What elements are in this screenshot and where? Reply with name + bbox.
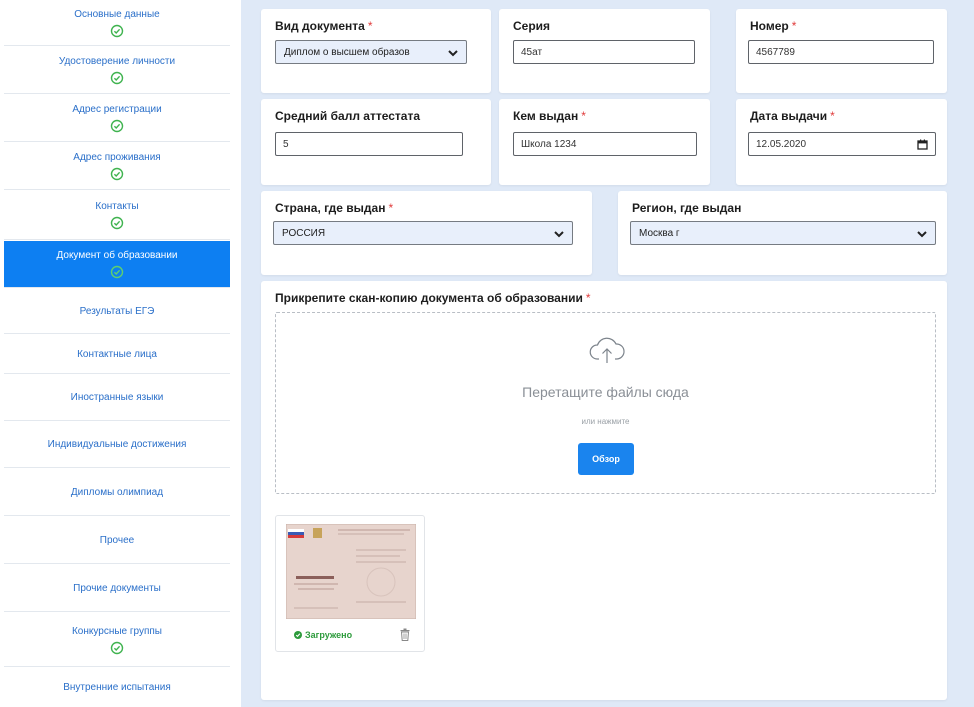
issue-date-card: Дата выдачи * 12.05.2020	[736, 99, 947, 185]
avg-score-label: Средний балл аттестата	[275, 109, 421, 123]
chevron-down-icon	[448, 50, 458, 57]
number-card: Номер * 4567789	[736, 9, 947, 93]
series-label: Серия	[513, 19, 551, 33]
sidebar-item-competition-groups[interactable]: Конкурсные группы	[4, 613, 230, 667]
sidebar-item-label: Адрес проживания	[73, 152, 161, 163]
sidebar-item-label: Основные данные	[74, 8, 160, 20]
sidebar-item-label: Иностранные языки	[70, 392, 164, 403]
calendar-icon[interactable]	[917, 139, 928, 150]
series-input[interactable]: 45ат	[513, 40, 695, 64]
issued-by-label: Кем выдан *	[513, 109, 586, 123]
check-circle-icon	[110, 216, 124, 230]
check-circle-icon	[294, 631, 302, 639]
doc-type-value: Диплом о высшем образов	[284, 46, 410, 58]
sidebar-item-label: Документ об образовании	[56, 250, 178, 261]
upload-status-text: Загружено	[305, 630, 353, 640]
doc-type-label: Вид документа *	[275, 19, 373, 33]
main-panel: Вид документа * Диплом о высшем образов С…	[241, 0, 974, 707]
or-click-text: или нажмите	[581, 417, 630, 426]
sidebar-item-label: Прочее	[99, 534, 135, 546]
cloud-upload-icon	[589, 337, 625, 363]
sidebar-item-label: Контакты	[95, 201, 139, 212]
check-circle-icon	[110, 24, 124, 37]
sidebar-item-label: Прочие документы	[73, 582, 161, 594]
sidebar-item-individual-achievements[interactable]: Индивидуальные достижения	[4, 422, 230, 468]
sidebar-item-label: Индивидуальные достижения	[47, 439, 187, 450]
browse-button[interactable]: Обзор	[578, 443, 634, 475]
sidebar-item-label: Внутренние испытания	[63, 682, 171, 693]
chevron-down-icon	[554, 231, 564, 238]
sidebar-item-residence-address[interactable]: Адрес проживания	[4, 143, 230, 190]
doc-type-card: Вид документа * Диплом о высшем образов	[261, 9, 491, 93]
number-input[interactable]: 4567789	[748, 40, 934, 64]
sidebar-item-contact-persons[interactable]: Контактные лица	[4, 335, 230, 374]
number-label: Номер *	[750, 19, 797, 33]
sidebar: Основные данные Удостоверение личности А…	[0, 0, 230, 707]
series-card: Серия 45ат	[499, 9, 710, 93]
upload-label: Прикрепите скан-копию документа об образ…	[275, 291, 591, 305]
sidebar-item-label: Удостоверение личности	[58, 56, 176, 67]
avg-score-input[interactable]: 5	[275, 132, 463, 156]
file-dropzone[interactable]: Перетащите файлы сюда или нажмите Обзор	[275, 312, 936, 494]
region-select[interactable]: Москва г	[630, 221, 936, 245]
sidebar-item-label: Адрес регистрации	[72, 104, 162, 115]
region-card: Регион, где выдан Москва г	[618, 191, 947, 275]
issued-by-card: Кем выдан * Школа 1234	[499, 99, 710, 185]
sidebar-item-registration-address[interactable]: Адрес регистрации	[4, 95, 230, 142]
chevron-down-icon	[917, 231, 927, 238]
sidebar-item-basic-data[interactable]: Основные данные	[4, 0, 230, 46]
issued-by-input[interactable]: Школа 1234	[513, 132, 697, 156]
check-circle-icon	[110, 71, 124, 85]
uploaded-file-card: Загружено	[275, 515, 425, 652]
check-circle-icon	[110, 119, 124, 133]
sidebar-item-other-documents[interactable]: Прочие документы	[4, 565, 230, 612]
region-label: Регион, где выдан	[632, 201, 742, 215]
issue-date-label: Дата выдачи *	[750, 109, 835, 123]
country-label: Страна, где выдан *	[275, 201, 394, 215]
sidebar-item-label: Конкурсные группы	[71, 625, 162, 637]
sidebar-item-ege-results[interactable]: Результаты ЕГЭ	[4, 289, 230, 334]
avg-score-card: Средний балл аттестата 5	[261, 99, 491, 185]
issue-date-value: 12.05.2020	[756, 138, 807, 150]
sidebar-item-label: Контактные лица	[77, 348, 157, 360]
sidebar-item-contacts[interactable]: Контакты	[4, 191, 230, 240]
upload-card: Прикрепите скан-копию документа об образ…	[261, 281, 947, 700]
document-thumbnail[interactable]	[286, 524, 416, 619]
check-circle-icon	[110, 265, 124, 279]
country-card: Страна, где выдан * РОССИЯ	[261, 191, 592, 275]
country-select[interactable]: РОССИЯ	[273, 221, 573, 245]
sidebar-item-label: Дипломы олимпиад	[70, 486, 164, 498]
sidebar-item-internal-exams[interactable]: Внутренние испытания	[4, 668, 230, 707]
country-value: РОССИЯ	[282, 227, 326, 239]
sidebar-item-other[interactable]: Прочее	[4, 517, 230, 564]
drop-files-text: Перетащите файлы сюда	[522, 384, 689, 400]
sidebar-item-foreign-languages[interactable]: Иностранные языки	[4, 375, 230, 421]
trash-icon[interactable]	[400, 628, 410, 641]
sidebar-item-education-document[interactable]: Документ об образовании	[4, 241, 230, 288]
upload-status: Загружено	[294, 630, 352, 640]
issue-date-input[interactable]: 12.05.2020	[748, 132, 936, 156]
check-circle-icon	[110, 167, 124, 181]
doc-type-select[interactable]: Диплом о высшем образов	[275, 40, 467, 64]
check-circle-icon	[110, 641, 124, 654]
region-value: Москва г	[639, 227, 680, 239]
sidebar-item-label: Результаты ЕГЭ	[79, 305, 155, 317]
sidebar-item-olympiad-diplomas[interactable]: Дипломы олимпиад	[4, 469, 230, 516]
sidebar-item-identity-document[interactable]: Удостоверение личности	[4, 47, 230, 94]
